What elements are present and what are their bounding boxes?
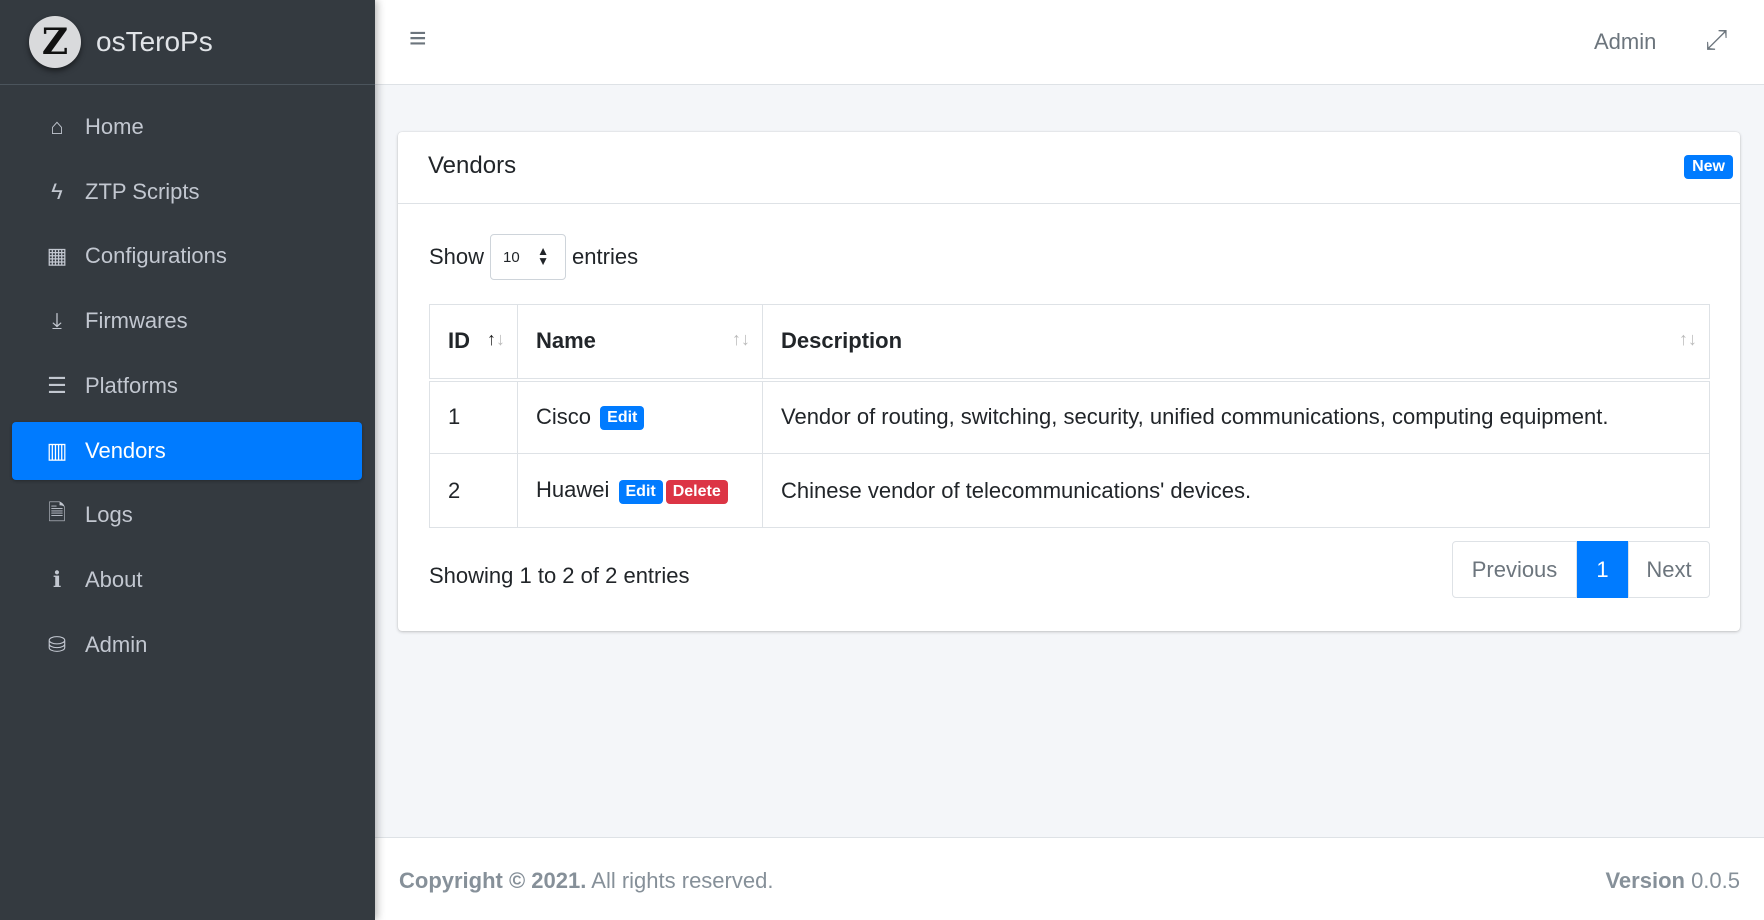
sidebar-item-label: Platforms	[85, 372, 178, 398]
fullscreen-icon[interactable]: ⤢	[1705, 24, 1727, 57]
show-label: Show	[429, 244, 485, 269]
table-icon: ▦	[46, 243, 68, 269]
delete-button[interactable]: Delete	[665, 479, 728, 504]
vendor-name: Huawei	[536, 477, 610, 503]
vendors-table: ID ↑↓ Name ↑↓ Description ↑↓ 1 Cisco Edit Ven…	[429, 304, 1710, 528]
version-value: 0.0.5	[1684, 868, 1740, 893]
admin-link[interactable]: Admin	[1594, 29, 1656, 55]
sidebar-item-label: Logs	[85, 502, 133, 528]
database-icon: ⛁	[47, 631, 67, 657]
sidebar-item-vendors[interactable]: ▥ Vendors	[12, 421, 362, 480]
page-length-value: 10	[503, 248, 520, 266]
edit-button[interactable]: Edit	[618, 479, 663, 504]
vendors-card: Vendors New Show 10 ▲ ▼ entries ID ↑↓ Name…	[398, 132, 1740, 631]
column-label: ID	[448, 328, 470, 354]
sort-asc-icon: ↑↓	[487, 329, 505, 349]
sidebar-item-admin[interactable]: ⛁ Admin	[12, 616, 362, 674]
sidebar-item-label: Configurations	[85, 243, 227, 269]
file-icon: 🗎	[48, 500, 66, 526]
cell-id: 2	[429, 453, 518, 528]
sidebar-item-about[interactable]: ℹ About	[12, 551, 362, 609]
server-icon: ☰	[47, 372, 67, 398]
download-icon: ⤓	[52, 308, 62, 334]
sidebar-item-label: Vendors	[85, 437, 166, 463]
card-header: Vendors New	[398, 132, 1740, 204]
version-label: Version	[1605, 868, 1685, 893]
cell-id: 1	[429, 379, 518, 454]
column-header-description[interactable]: Description ↑↓	[762, 304, 1710, 382]
sidebar-nav: ⌂ Home ϟ ZTP Scripts ▦ Configurations ⤓ Firmwar…	[0, 85, 375, 657]
page-length-select[interactable]: 10 ▲ ▼	[490, 234, 567, 280]
sort-icon: ↑↓	[1679, 329, 1697, 349]
table-info: Showing 1 to 2 of 2 entries	[429, 563, 690, 588]
brand-logo: Z	[29, 16, 81, 68]
sidebar: Z osTeroPs ⌂ Home ϟ ZTP Scripts ▦ Configurati…	[0, 0, 375, 920]
sidebar-item-label: ZTP Scripts	[85, 178, 200, 204]
cell-description: Vendor of routing, switching, security, …	[762, 379, 1710, 454]
copyright-text: All rights reserved.	[586, 868, 774, 893]
vendor-name: Cisco	[536, 404, 592, 430]
select-arrows-icon: ▲ ▼	[537, 244, 550, 268]
sidebar-item-ztp-scripts[interactable]: ϟ ZTP Scripts	[12, 163, 362, 221]
top-navbar: ≡ Admin ⤢	[375, 0, 1764, 85]
brand-name: osTeroPs	[96, 26, 213, 57]
column-label: Name	[536, 328, 596, 354]
sidebar-item-label: About	[85, 566, 143, 592]
footer: Copyright © 2021. All rights reserved. V…	[375, 837, 1764, 920]
table-row: 2 Huawei Edit Delete Chinese vendor of tele…	[429, 453, 1710, 528]
entries-label: entries	[572, 244, 639, 269]
next-button[interactable]: Next	[1628, 541, 1710, 598]
sort-icon: ↑↓	[732, 329, 750, 349]
menu-icon[interactable]: ≡	[409, 22, 427, 56]
sidebar-item-label: Home	[85, 114, 144, 139]
cell-name: Cisco Edit	[517, 379, 763, 454]
sidebar-item-home[interactable]: ⌂ Home	[12, 98, 362, 156]
sidebar-item-logs[interactable]: 🗎 Logs	[12, 486, 362, 544]
home-icon: ⌂	[50, 114, 64, 139]
edit-button[interactable]: Edit	[600, 406, 645, 431]
info-icon: ℹ	[52, 566, 62, 592]
brand-link[interactable]: Z osTeroPs	[0, 0, 375, 85]
column-header-name[interactable]: Name ↑↓	[517, 304, 763, 382]
cell-name: Huawei Edit Delete	[517, 453, 763, 528]
sidebar-item-configurations[interactable]: ▦ Configurations	[12, 227, 362, 285]
card-title: Vendors	[428, 152, 517, 179]
bolt-icon: ϟ	[51, 178, 63, 204]
new-button[interactable]: New	[1684, 155, 1733, 179]
page-length-control: Show 10 ▲ ▼ entries	[429, 234, 638, 280]
sidebar-item-platforms[interactable]: ☰ Platforms	[12, 357, 362, 415]
column-label: Description	[781, 328, 903, 354]
previous-button[interactable]: Previous	[1452, 541, 1577, 598]
copyright-bold: Copyright © 2021.	[399, 868, 587, 893]
sidebar-item-label: Firmwares	[85, 308, 188, 334]
column-header-id[interactable]: ID ↑↓	[429, 304, 518, 382]
table-row: 1 Cisco Edit Vendor of routing, switching,…	[429, 379, 1710, 454]
building-icon: ▥	[46, 437, 68, 463]
page-1-button[interactable]: 1	[1577, 541, 1628, 598]
sidebar-item-firmwares[interactable]: ⤓ Firmwares	[12, 292, 362, 350]
pagination: Previous 1 Next	[1452, 541, 1710, 598]
cell-description: Chinese vendor of telecommunications' de…	[762, 453, 1710, 528]
sidebar-item-label: Admin	[85, 631, 148, 657]
